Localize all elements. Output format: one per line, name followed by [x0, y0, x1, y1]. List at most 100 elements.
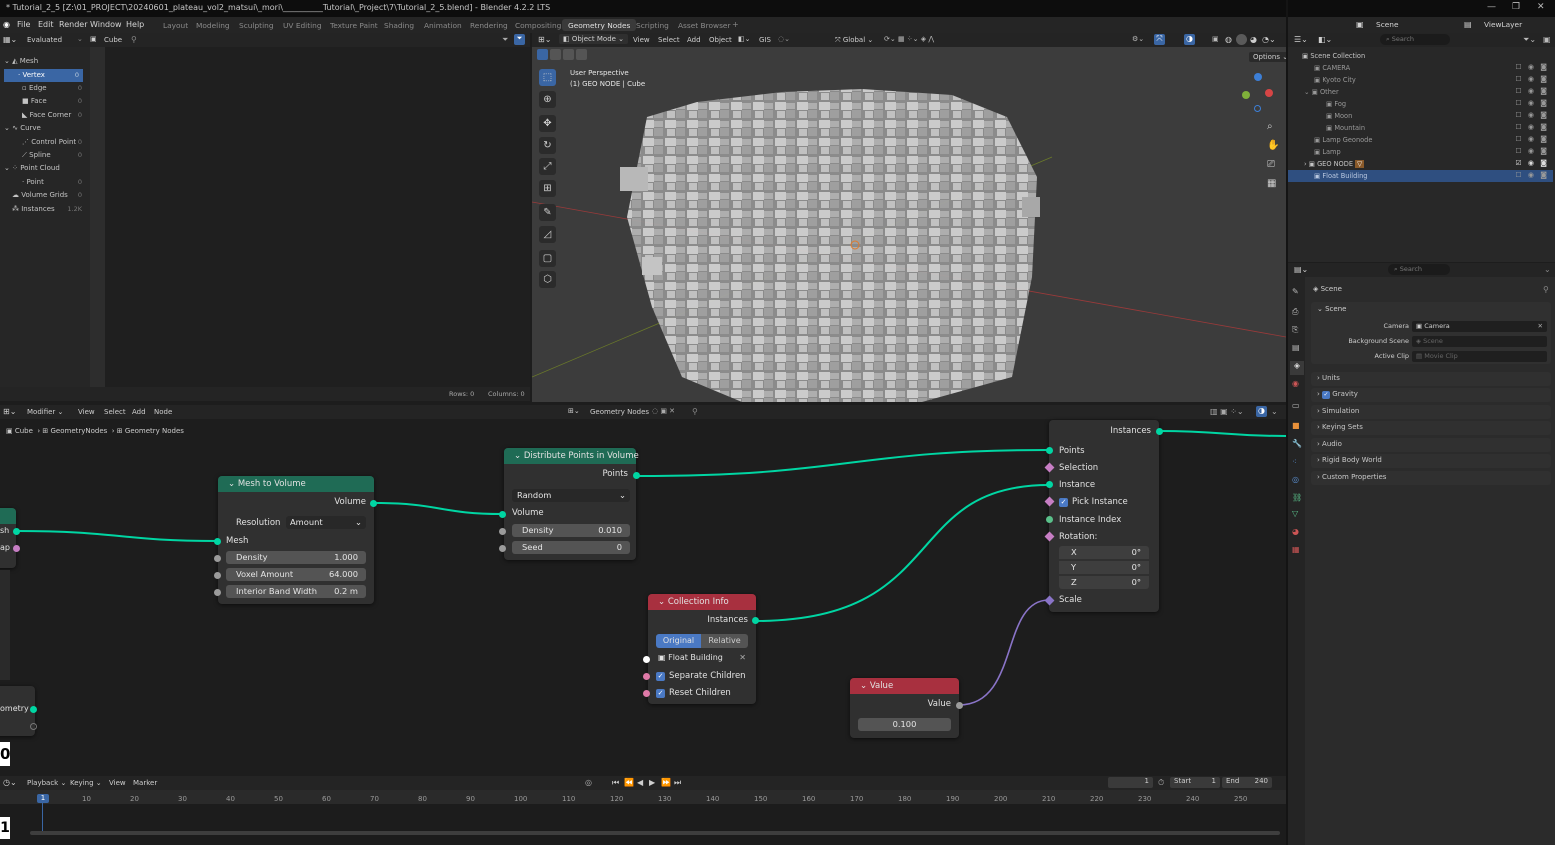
- outliner-other[interactable]: ⌄ ▣ Other ☐ ◉ ◙: [1288, 86, 1553, 98]
- outliner-editor-type-icon[interactable]: ☰⌄: [1294, 35, 1308, 44]
- material-shading-icon[interactable]: ◕: [1250, 35, 1257, 44]
- workspace-tab-scripting[interactable]: Scripting: [630, 19, 675, 31]
- resolution-dropdown[interactable]: Amount ⌄: [286, 516, 366, 529]
- density-field[interactable]: Density 1.000: [226, 551, 366, 564]
- playhead[interactable]: 1: [37, 794, 49, 803]
- outliner-camera[interactable]: ▣ CAMERA ☐ ◉ ◙: [1288, 62, 1553, 74]
- physics-tab-icon[interactable]: ◎: [1292, 475, 1299, 484]
- tool-tab-icon[interactable]: ✎: [1292, 287, 1299, 296]
- tree-row-point-cloud[interactable]: ⌄ ⁘ Point Cloud: [0, 162, 86, 175]
- collection-info-node[interactable]: ⌄ Collection Info Instances Original Rel…: [648, 594, 756, 704]
- filter-icon[interactable]: ⏷: [502, 35, 508, 45]
- auto-keying-icon[interactable]: ◎: [585, 778, 592, 787]
- modifier-tab-icon[interactable]: 🔧: [1292, 439, 1302, 448]
- distribute-density-socket[interactable]: [499, 528, 506, 535]
- object-tab-icon[interactable]: ■: [1292, 421, 1300, 430]
- tree-row-control-point[interactable]: ⋰ Control Point 0: [0, 136, 86, 149]
- reset-children-checkbox[interactable]: ✓ Reset Children: [656, 688, 751, 700]
- outliner-lamp[interactable]: ▣ Lamp ☐ ◉ ◙: [1288, 146, 1553, 158]
- properties-options-icon[interactable]: ⌄: [1544, 265, 1551, 274]
- solid-shading-icon[interactable]: [1236, 34, 1247, 45]
- gis-options-icon[interactable]: ◌⌄: [778, 35, 790, 43]
- iop-index-socket[interactable]: [1046, 516, 1053, 523]
- workspace-tab-shading[interactable]: Shading: [378, 19, 420, 31]
- editor-type-icon[interactable]: ▦⌄: [3, 35, 17, 44]
- timeline-view-menu[interactable]: View: [109, 779, 126, 787]
- menu-help[interactable]: Help: [126, 20, 144, 29]
- active-clip-field[interactable]: ▤ Movie Clip: [1412, 351, 1547, 362]
- current-frame-field[interactable]: 1: [1108, 777, 1153, 788]
- play-icon[interactable]: ▶: [649, 778, 655, 787]
- modifier-dropdown[interactable]: Modifier ⌄: [27, 408, 63, 416]
- breadcrumb-geometrynodes[interactable]: GeometryNodes: [51, 427, 108, 435]
- distribute-density-field[interactable]: Density 0.010: [512, 524, 630, 537]
- xray-icon[interactable]: ▣: [1212, 35, 1219, 43]
- menu-window[interactable]: Window: [90, 20, 122, 29]
- material-tab-icon[interactable]: ◕: [1292, 527, 1299, 536]
- iop-instances-out-socket[interactable]: [1156, 428, 1163, 435]
- viewport-editor-type-icon[interactable]: ⊞⌄: [538, 35, 551, 44]
- constraints-tab-icon[interactable]: ⛓: [1292, 493, 1302, 502]
- iop-points-socket[interactable]: [1046, 447, 1053, 454]
- gis-menu[interactable]: GIS: [759, 36, 771, 44]
- mesh-to-volume-header[interactable]: ⌄ Mesh to Volume: [218, 476, 374, 492]
- gravity-panel[interactable]: › ✓ Gravity: [1311, 388, 1551, 402]
- 3d-viewport[interactable]: User Perspective (1) GEO NODE | Cube Opt…: [532, 47, 1286, 402]
- y-axis-icon[interactable]: [1242, 91, 1250, 99]
- scene-panel-title[interactable]: ⌄ Scene: [1317, 305, 1346, 313]
- tree-row-point[interactable]: · Point 0: [0, 176, 86, 189]
- value-field[interactable]: 0.100: [858, 718, 951, 731]
- select-subtract-icon[interactable]: [563, 49, 574, 60]
- jump-end-icon[interactable]: ⏭: [674, 778, 681, 788]
- tree-row-instances[interactable]: ⁂ Instances 1.2K: [0, 203, 86, 216]
- select-invert-icon[interactable]: [576, 49, 587, 60]
- neg-z-axis-icon[interactable]: [1254, 105, 1261, 112]
- measure-tool-icon[interactable]: ◿: [539, 226, 556, 243]
- jump-start-icon[interactable]: ⏮: [612, 778, 619, 788]
- group-input-map-socket[interactable]: [13, 545, 20, 552]
- viewport-menu-view[interactable]: View: [633, 36, 650, 44]
- viewlayer-selector[interactable]: ViewLayer: [1484, 20, 1522, 29]
- node-editor-snap-icon[interactable]: ▥ ▣ ⁘⌄: [1210, 407, 1244, 416]
- original-toggle[interactable]: Original: [656, 634, 701, 648]
- node-tree-icon[interactable]: ⊞⌄: [568, 407, 580, 415]
- rigid-body-world-panel[interactable]: › Rigid Body World: [1311, 454, 1551, 468]
- workspace-tab-uv-editing[interactable]: UV Editing: [277, 19, 328, 31]
- simulation-panel[interactable]: › Simulation: [1311, 405, 1551, 419]
- workspace-tab-geometry-nodes[interactable]: Geometry Nodes: [562, 19, 637, 31]
- transform-tool-icon[interactable]: ⊞: [539, 180, 556, 197]
- rotation-x-field[interactable]: X 0°: [1059, 546, 1149, 559]
- tree-row-mesh[interactable]: ⌄ ◭ Mesh: [0, 55, 86, 68]
- node-menu-view[interactable]: View: [78, 408, 95, 416]
- node-editor-type-icon[interactable]: ⊞⌄: [3, 407, 16, 416]
- workspace-tab-rendering[interactable]: Rendering: [464, 19, 514, 31]
- group-output-empty-socket[interactable]: [30, 723, 37, 730]
- workspace-tab-texture-paint[interactable]: Texture Paint: [324, 19, 384, 31]
- properties-search-input[interactable]: ⌕ Search: [1388, 264, 1450, 275]
- menu-render[interactable]: Render: [59, 20, 87, 29]
- outliner-fog[interactable]: ▣ Fog ☐ ◉ ◙: [1288, 98, 1553, 110]
- distribute-volume-in-socket[interactable]: [499, 511, 506, 518]
- rendered-shading-icon[interactable]: ◔⌄: [1262, 35, 1276, 44]
- viewport-menu-object[interactable]: Object: [709, 36, 732, 44]
- end-frame-field[interactable]: End 240: [1222, 777, 1272, 788]
- mesh-to-volume-node[interactable]: ⌄ Mesh to Volume Volume Resolution Amoun…: [218, 476, 374, 604]
- viewport-menu-select[interactable]: Select: [658, 36, 680, 44]
- workspace-tab-asset-browser[interactable]: Asset Browser: [672, 19, 737, 31]
- cursor-tool-icon[interactable]: ⊕: [539, 91, 556, 108]
- iop-instance-socket[interactable]: [1046, 481, 1053, 488]
- tree-row-edge[interactable]: ▫ Edge 0: [0, 82, 86, 95]
- data-tab-icon[interactable]: ▽: [1292, 509, 1298, 518]
- distribute-seed-socket[interactable]: [499, 545, 506, 552]
- move-tool-icon[interactable]: ✥: [539, 115, 556, 132]
- node-overlay-options-icon[interactable]: ⌄: [1271, 407, 1278, 416]
- tree-row-face-corner[interactable]: ◣ Face Corner 0: [0, 109, 86, 122]
- workspace-tab-compositing[interactable]: Compositing: [509, 19, 567, 31]
- voxel-socket[interactable]: [214, 572, 221, 579]
- timeline-editor-type-icon[interactable]: ◷⌄: [3, 778, 17, 787]
- node-menu-select[interactable]: Select: [104, 408, 126, 416]
- outliner-filter-icon[interactable]: ⏷⌄: [1523, 35, 1536, 45]
- scene-selector[interactable]: Scene: [1376, 20, 1399, 29]
- blender-logo-icon[interactable]: ◉: [3, 20, 10, 29]
- maximize-icon[interactable]: ❐: [1512, 2, 1520, 12]
